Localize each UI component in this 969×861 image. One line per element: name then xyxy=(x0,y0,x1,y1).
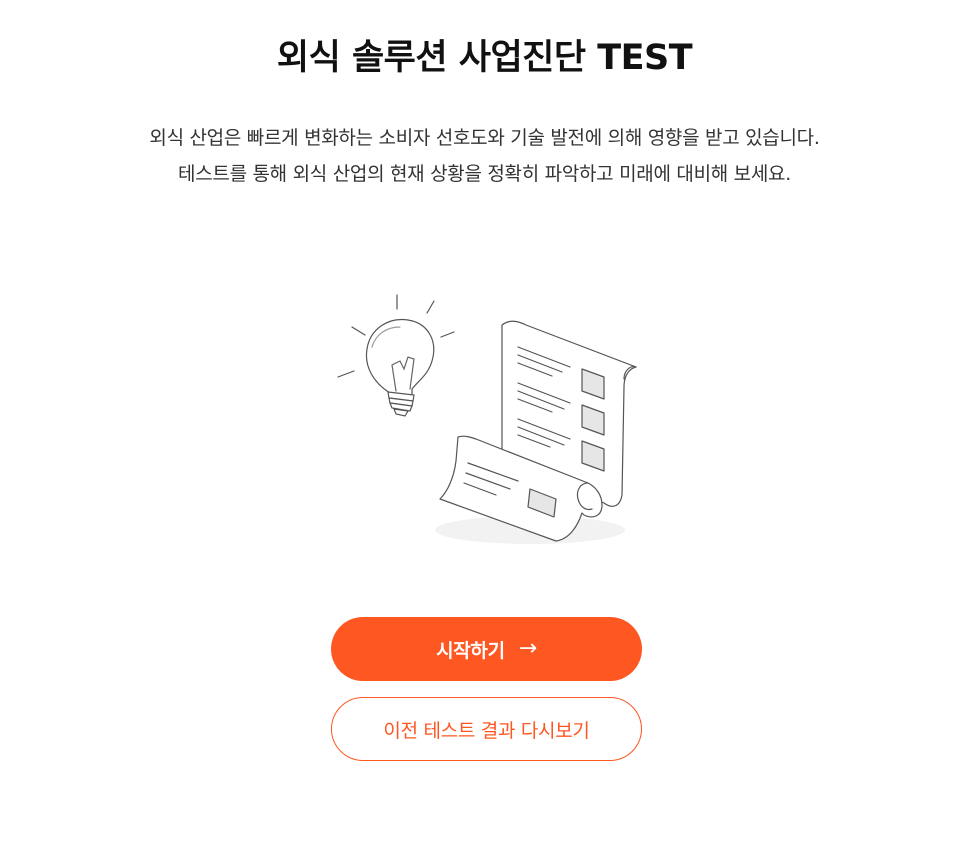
view-previous-results-button[interactable]: 이전 테스트 결과 다시보기 xyxy=(331,697,642,761)
page-title: 외식 솔루션 사업진단 TEST xyxy=(276,38,693,78)
description-line-1: 외식 산업은 빠르게 변화하는 소비자 선호도와 기술 발전에 의해 영향을 받… xyxy=(149,127,820,149)
document-checklist-icon xyxy=(439,320,637,542)
arrow-right-icon: → xyxy=(518,636,537,661)
start-button[interactable]: 시작하기 → xyxy=(331,617,642,681)
start-button-label: 시작하기 xyxy=(436,639,505,662)
previous-results-label: 이전 테스트 결과 다시보기 xyxy=(383,719,590,742)
lightbulb-icon xyxy=(337,294,455,417)
description-line-2: 테스트를 통해 외식 산업의 현재 상황을 정확히 파악하고 미래에 대비해 보… xyxy=(178,163,791,185)
intro-illustration xyxy=(330,285,650,560)
intro-description: 외식 산업은 빠르게 변화하는 소비자 선호도와 기술 발전에 의해 영향을 받… xyxy=(0,120,969,192)
test-intro-page: 외식 솔루션 사업진단 TEST 외식 산업은 빠르게 변화하는 소비자 선호도… xyxy=(0,0,969,861)
